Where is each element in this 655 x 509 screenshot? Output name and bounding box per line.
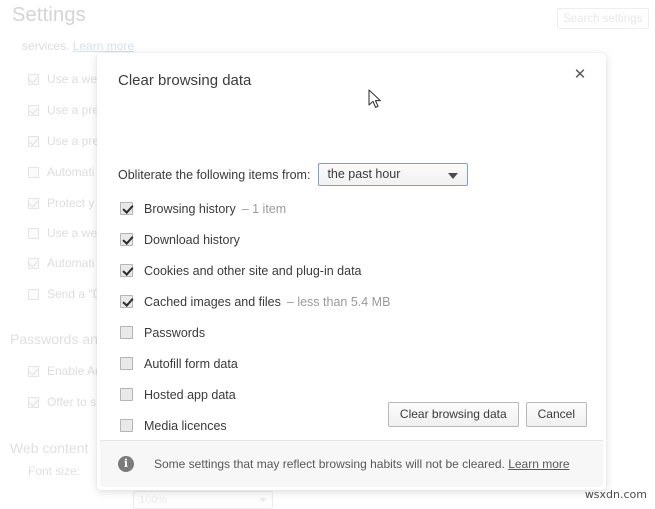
background-setting-row[interactable]: Protect y bbox=[28, 196, 94, 210]
background-setting-row[interactable]: Use a pre bbox=[28, 134, 99, 148]
checkbox[interactable] bbox=[120, 233, 133, 246]
dialog-footer: i Some settings that may reflect browsin… bbox=[100, 440, 603, 487]
footer-note: Some settings that may reflect browsing … bbox=[154, 457, 570, 471]
dialog-title: Clear browsing data bbox=[118, 72, 252, 89]
background-setting-row[interactable]: Send a "D bbox=[28, 287, 101, 301]
background-setting-label: Use a we bbox=[47, 226, 98, 240]
background-section-heading: Web content bbox=[10, 440, 89, 456]
time-range-select[interactable]: the past hour bbox=[318, 163, 469, 186]
data-type-label: Passwords bbox=[144, 325, 206, 340]
close-icon[interactable]: ✕ bbox=[569, 64, 591, 86]
data-type-label: Media licences bbox=[144, 418, 227, 433]
data-type-row[interactable]: Download history bbox=[120, 224, 560, 255]
background-setting-label: Use a pre bbox=[47, 103, 100, 117]
background-checkbox[interactable] bbox=[28, 135, 39, 147]
cancel-button[interactable]: Cancel bbox=[525, 402, 587, 427]
data-type-label: Autofill form data bbox=[144, 356, 238, 371]
background-checkbox[interactable] bbox=[28, 227, 39, 239]
checkbox[interactable] bbox=[120, 357, 133, 370]
checkbox[interactable] bbox=[120, 295, 133, 308]
background-setting-row[interactable]: Automati bbox=[28, 256, 94, 270]
background-checkbox[interactable] bbox=[28, 257, 39, 269]
background-setting-row[interactable]: Offer to s bbox=[28, 395, 96, 409]
background-checkbox[interactable] bbox=[28, 197, 39, 209]
background-section-heading: Passwords and bbox=[10, 331, 106, 347]
background-setting-row[interactable]: Enable Au bbox=[28, 364, 102, 378]
chevron-down-icon bbox=[259, 498, 267, 502]
data-type-label: Cookies and other site and plug-in data bbox=[144, 263, 362, 278]
font-size-value: 100% bbox=[139, 494, 168, 506]
dialog-action-buttons: Clear browsing data Cancel bbox=[387, 402, 587, 427]
data-type-row[interactable]: Browsing history – 1 item bbox=[120, 193, 560, 224]
background-checkbox[interactable] bbox=[28, 365, 39, 377]
data-type-label: Hosted app data bbox=[144, 387, 236, 402]
background-setting-label: Offer to s bbox=[47, 395, 97, 409]
checkbox[interactable] bbox=[120, 388, 133, 401]
background-setting-row[interactable]: Use a pre bbox=[28, 103, 99, 117]
search-settings-input[interactable]: Search settings bbox=[557, 8, 649, 29]
time-range-row: Obliterate the following items from: the… bbox=[118, 163, 469, 186]
data-type-size-note: – 1 item bbox=[241, 201, 287, 216]
footer-learn-more-link[interactable]: Learn more bbox=[508, 457, 569, 471]
background-setting-label: Enable Au bbox=[47, 364, 102, 378]
checkbox[interactable] bbox=[120, 326, 133, 339]
services-label: services. bbox=[22, 39, 70, 53]
data-type-label: Download history bbox=[144, 232, 240, 247]
info-icon: i bbox=[118, 456, 134, 472]
background-setting-label: Protect y bbox=[47, 196, 95, 210]
services-text: services. Learn more bbox=[22, 39, 134, 53]
background-setting-label: Use a we bbox=[47, 72, 98, 86]
background-setting-label: Use a pre bbox=[47, 134, 100, 148]
data-type-size-note: – less than 5.4 MB bbox=[286, 294, 391, 309]
background-checkbox[interactable] bbox=[28, 396, 39, 408]
search-settings-placeholder: Search settings bbox=[563, 13, 643, 25]
background-setting-label: Send a "D bbox=[47, 287, 102, 301]
background-setting-label: Automati bbox=[47, 256, 95, 270]
data-type-label: Cached images and files bbox=[144, 294, 281, 309]
chevron-down-icon bbox=[448, 173, 459, 179]
font-size-select[interactable]: 100% bbox=[133, 491, 273, 509]
background-checkbox[interactable] bbox=[28, 166, 39, 178]
clear-browsing-data-button[interactable]: Clear browsing data bbox=[387, 402, 519, 427]
font-size-label: Font size: bbox=[28, 464, 81, 478]
background-setting-label: Automati bbox=[47, 165, 95, 179]
data-type-row[interactable]: Autofill form data bbox=[120, 348, 560, 379]
page-title: Settings bbox=[12, 4, 86, 26]
background-checkbox[interactable] bbox=[28, 288, 39, 300]
clear-browsing-data-dialog: Clear browsing data ✕ Obliterate the fol… bbox=[100, 55, 603, 487]
checkbox[interactable] bbox=[120, 419, 133, 432]
time-range-label: Obliterate the following items from: bbox=[118, 167, 311, 182]
background-setting-row[interactable]: Use a we bbox=[28, 226, 97, 240]
background-checkbox[interactable] bbox=[28, 73, 39, 85]
checkbox[interactable] bbox=[120, 264, 133, 277]
background-setting-row[interactable]: Automati bbox=[28, 165, 94, 179]
time-range-value: the past hour bbox=[327, 167, 401, 181]
footer-note-text: Some settings that may reflect browsing … bbox=[154, 457, 505, 471]
background-setting-row[interactable]: Use a we bbox=[28, 72, 97, 86]
data-type-row[interactable]: Cached images and files – less than 5.4 M… bbox=[120, 286, 560, 317]
data-type-label: Browsing history bbox=[144, 201, 236, 216]
checkbox[interactable] bbox=[120, 202, 133, 215]
data-type-row[interactable]: Cookies and other site and plug-in data bbox=[120, 255, 560, 286]
services-learn-more-link[interactable]: Learn more bbox=[73, 39, 134, 53]
data-type-row[interactable]: Passwords bbox=[120, 317, 560, 348]
background-checkbox[interactable] bbox=[28, 104, 39, 116]
